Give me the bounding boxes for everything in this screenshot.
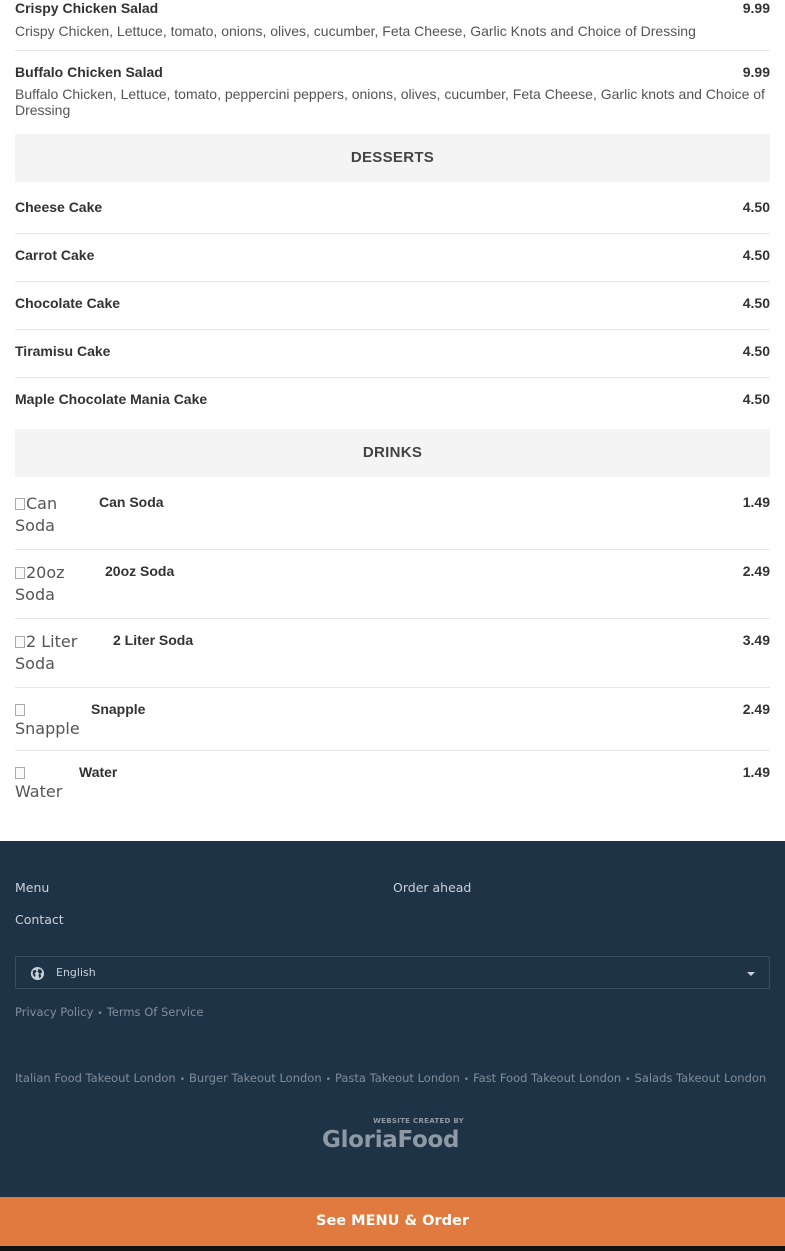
section-header-desserts: DESSERTS bbox=[15, 134, 770, 182]
logo-caption: WEBSITE CREATED BY bbox=[373, 1117, 464, 1125]
bottom-strip bbox=[0, 1246, 785, 1251]
item-description: Crispy Chicken, Lettuce, tomato, onions,… bbox=[15, 23, 696, 39]
item-name: Maple Chocolate Mania Cake bbox=[15, 391, 208, 407]
language-select[interactable]: English bbox=[15, 956, 770, 989]
chevron-down-icon bbox=[747, 972, 755, 976]
menu-item[interactable]: Water Water 1.49 bbox=[15, 751, 770, 811]
item-price: 2.49 bbox=[742, 563, 770, 579]
logo-wordmark: GloriaFood bbox=[322, 1127, 460, 1153]
see-menu-order-button[interactable]: See MENU & Order bbox=[0, 1197, 785, 1246]
image-alt-text: Soda bbox=[15, 654, 55, 673]
drink-image: Snapple bbox=[15, 700, 80, 738]
item-description: Buffalo Chicken, Lettuce, tomato, pepper… bbox=[15, 86, 765, 118]
terms-of-service-link[interactable]: Terms Of Service bbox=[107, 1005, 204, 1019]
footer-link-menu[interactable]: Menu bbox=[15, 880, 49, 895]
image-alt-text: Can bbox=[26, 494, 58, 513]
drink-image: 2 Liter Soda bbox=[15, 631, 77, 675]
gloriafood-logo[interactable]: WEBSITE CREATED BY GloriaFood bbox=[322, 1117, 464, 1159]
image-alt-text: Soda bbox=[15, 585, 55, 604]
broken-image-icon bbox=[15, 567, 25, 579]
menu-item[interactable]: Carrot Cake 4.50 bbox=[15, 234, 770, 282]
separator-dot: • bbox=[463, 1075, 470, 1085]
image-alt-text: Water bbox=[15, 782, 63, 801]
separator-dot: • bbox=[97, 1009, 103, 1019]
menu-item[interactable]: Crispy Chicken Salad 9.99 Crispy Chicken… bbox=[15, 0, 770, 51]
drink-image: 20oz Soda bbox=[15, 562, 65, 606]
privacy-policy-link[interactable]: Privacy Policy bbox=[15, 1005, 93, 1019]
menu-item[interactable]: Can Soda Can Soda 1.49 bbox=[15, 477, 770, 550]
item-name: Carrot Cake bbox=[15, 247, 95, 263]
broken-image-icon bbox=[15, 704, 25, 716]
drink-image: Can Soda bbox=[15, 493, 57, 537]
menu-item[interactable]: Buffalo Chicken Salad 9.99 Buffalo Chick… bbox=[15, 51, 770, 134]
item-name: Buffalo Chicken Salad bbox=[15, 64, 163, 80]
takeout-link[interactable]: Fast Food Takeout London bbox=[473, 1071, 621, 1085]
item-name: Water bbox=[79, 764, 118, 780]
separator-dot: • bbox=[625, 1075, 631, 1085]
section-header-drinks: DRINKS bbox=[15, 429, 770, 477]
image-alt-text: 20oz bbox=[26, 563, 65, 582]
takeout-link[interactable]: Pasta Takeout London bbox=[335, 1071, 460, 1085]
item-name: Chocolate Cake bbox=[15, 295, 121, 311]
menu-item[interactable]: 2 Liter Soda 2 Liter Soda 3.49 bbox=[15, 619, 770, 688]
broken-image-icon bbox=[15, 498, 25, 510]
menu-item[interactable]: Snapple Snapple 2.49 bbox=[15, 688, 770, 751]
item-price: 4.50 bbox=[742, 343, 770, 359]
item-price: 9.99 bbox=[742, 0, 770, 16]
item-price: 4.50 bbox=[742, 247, 770, 263]
item-name: Tiramisu Cake bbox=[15, 343, 111, 359]
menu-item[interactable]: Tiramisu Cake 4.50 bbox=[15, 330, 770, 378]
separator-dot: • bbox=[179, 1075, 186, 1085]
image-alt-text: 2 Liter bbox=[26, 632, 78, 651]
broken-image-icon bbox=[15, 636, 25, 648]
footer-link-contact[interactable]: Contact bbox=[15, 912, 64, 927]
menu-item[interactable]: Chocolate Cake 4.50 bbox=[15, 282, 770, 330]
item-price: 9.99 bbox=[742, 64, 770, 80]
language-selected-value: English bbox=[56, 966, 96, 979]
item-price: 2.49 bbox=[742, 701, 770, 717]
takeout-links: Italian Food Takeout London • Burger Takeo… bbox=[15, 1071, 766, 1085]
separator-dot: • bbox=[325, 1075, 331, 1085]
item-price: 1.49 bbox=[742, 494, 770, 510]
item-name: Cheese Cake bbox=[15, 199, 103, 215]
takeout-link[interactable]: Salads Takeout London bbox=[635, 1071, 767, 1085]
image-alt-text: Soda bbox=[15, 516, 55, 535]
footer-link-order-ahead[interactable]: Order ahead bbox=[393, 880, 471, 895]
image-alt-text: Snapple bbox=[15, 719, 80, 738]
item-price: 4.50 bbox=[742, 295, 770, 311]
menu-item[interactable]: Cheese Cake 4.50 bbox=[15, 182, 770, 234]
globe-icon bbox=[30, 966, 45, 981]
item-price: 1.49 bbox=[742, 764, 770, 780]
item-price: 3.49 bbox=[742, 632, 770, 648]
site-footer bbox=[0, 841, 785, 1251]
broken-image-icon bbox=[15, 767, 25, 779]
item-name: 2 Liter Soda bbox=[113, 632, 194, 648]
takeout-link[interactable]: Burger Takeout London bbox=[189, 1071, 322, 1085]
item-name: Can Soda bbox=[99, 494, 164, 510]
item-name: 20oz Soda bbox=[105, 563, 175, 579]
menu-item[interactable]: 20oz Soda 20oz Soda 2.49 bbox=[15, 550, 770, 619]
legal-links: Privacy Policy • Terms Of Service bbox=[15, 1005, 203, 1019]
item-name: Snapple bbox=[91, 701, 146, 717]
item-price: 4.50 bbox=[742, 391, 770, 407]
item-price: 4.50 bbox=[742, 199, 770, 215]
drink-image: Water bbox=[15, 763, 62, 801]
takeout-link[interactable]: Italian Food Takeout London bbox=[15, 1071, 176, 1085]
item-name: Crispy Chicken Salad bbox=[15, 0, 159, 16]
menu-item[interactable]: Maple Chocolate Mania Cake 4.50 bbox=[15, 378, 770, 429]
